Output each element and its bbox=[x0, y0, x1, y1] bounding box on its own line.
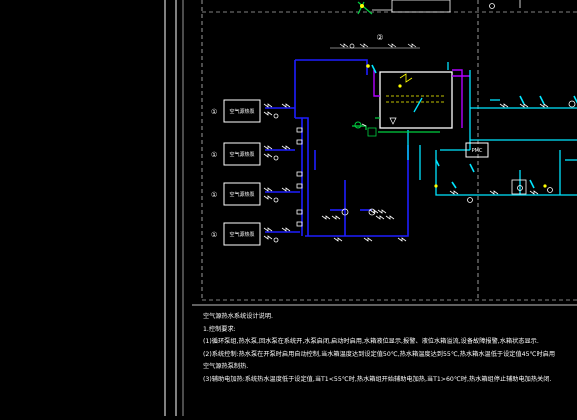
heat-pump-units[interactable]: 空气源热泵 ① 空气源热泵 ① 空气源热泵 ① 空气源热泵 ① bbox=[211, 99, 261, 246]
notes-line: (2)系统控制:热水泵在开泵时启用自动控制,当水箱温度达到设定值50℃,热水箱温… bbox=[203, 350, 556, 358]
pmc-label: PMC bbox=[472, 148, 483, 154]
design-notes: 空气源热水系统设计说明. 1.控制要求: (1)循环泵组,热水泵,回水泵在系统开… bbox=[203, 311, 573, 387]
notes-line: (3)辅助电加热:系统热水温度低于设定值,当T1<55℃时,热水箱组开始辅助电加… bbox=[203, 375, 552, 383]
notes-line: 空气源热泵制热. bbox=[203, 363, 249, 371]
equipment-marker: ② bbox=[330, 33, 420, 49]
notes-title: 空气源热水系统设计说明. bbox=[203, 313, 274, 320]
notes-line: (1)循环泵组,热水泵,回水泵在系统开,水泵启闭,启动时启用,水箱液位显示,报警… bbox=[203, 338, 539, 346]
supply-pipe-loop[interactable] bbox=[265, 59, 409, 237]
pipeline-valves bbox=[321, 100, 576, 242]
heat-pump-unit[interactable]: 空气源热泵 ① bbox=[211, 182, 261, 206]
unit-number: ① bbox=[211, 191, 217, 199]
hot-water-tank[interactable] bbox=[379, 71, 453, 129]
unit-number: ① bbox=[211, 151, 217, 159]
instrument-markers bbox=[371, 64, 577, 189]
heat-pump-unit[interactable]: 空气源热泵 ① bbox=[211, 142, 261, 166]
heat-pump-label: 空气源热泵 bbox=[229, 231, 254, 238]
marker-label: ② bbox=[376, 33, 383, 42]
notes-section-heading: 1.控制要求: bbox=[203, 325, 236, 333]
unit-number: ① bbox=[211, 231, 217, 239]
heat-pump-unit[interactable]: 空气源热泵 ① bbox=[211, 222, 261, 246]
top-equipment[interactable] bbox=[357, 0, 521, 15]
heat-pump-label: 空气源热泵 bbox=[229, 108, 254, 115]
heat-pump-unit[interactable]: 空气源热泵 ① bbox=[211, 99, 261, 123]
unit-number: ① bbox=[211, 108, 217, 116]
cad-drawing-viewport[interactable]: 空气源热泵 ① 空气源热泵 ① 空气源热泵 ① 空气源热泵 ① PMC ② 空气… bbox=[0, 0, 577, 416]
heat-pump-label: 空气源热泵 bbox=[229, 191, 254, 198]
recirculation-pipe bbox=[352, 117, 440, 133]
heat-pump-label: 空气源热泵 bbox=[229, 151, 254, 158]
sensor-tags bbox=[366, 64, 547, 188]
unit-valves bbox=[263, 103, 303, 243]
